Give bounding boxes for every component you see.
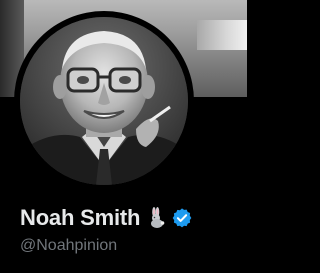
verified-badge-icon[interactable]: [171, 207, 193, 229]
user-handle: @Noahpinion: [20, 237, 118, 254]
avatar[interactable]: [20, 17, 188, 185]
banner-highlight: [197, 20, 247, 50]
avatar-photo: [20, 17, 188, 185]
rabbit-icon: [145, 207, 167, 229]
display-name[interactable]: Noah Smith: [20, 205, 140, 231]
name-row: Noah Smith: [20, 203, 193, 233]
